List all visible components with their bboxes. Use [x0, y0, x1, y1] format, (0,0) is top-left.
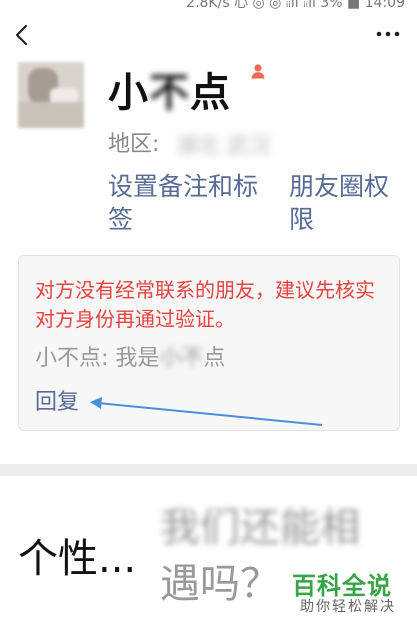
- region-label: 地区:: [108, 132, 160, 157]
- reply-link[interactable]: 回复: [35, 384, 79, 416]
- back-button[interactable]: [12, 22, 34, 48]
- region-value: 湖北 武汉: [176, 134, 271, 159]
- more-button[interactable]: [373, 22, 403, 46]
- signature-visible: 遇吗？: [160, 561, 280, 607]
- status-bar: 2.8K/s 心 ◎ ◎ ᵢᵢll ᵢᵢll 3% ■ 14:09: [0, 0, 417, 10]
- nickname-end: 点: [190, 70, 231, 116]
- female-person-icon: [251, 64, 265, 79]
- message-prefix: 小不点: 我是: [35, 346, 160, 371]
- verification-card: 对方没有经常联系的朋友，建议先核实对方身份再通过验证。 小不点: 我是小不点 回…: [18, 255, 400, 431]
- message-blurred: 小不: [159, 346, 204, 371]
- nickname-blurred: 不: [149, 70, 190, 116]
- section-divider: [0, 464, 417, 476]
- set-remark-and-tags-link[interactable]: 设置备注和标签: [108, 170, 268, 236]
- chevron-left-icon: [15, 24, 28, 46]
- signature-blurred: 我们还能相: [160, 505, 360, 551]
- nickname-start: 小: [108, 70, 149, 116]
- more-dots-icon: [376, 31, 400, 37]
- verification-message: 小不点: 我是小不点: [35, 340, 225, 372]
- nav-bar: [0, 14, 417, 54]
- nickname: 小不点: [108, 60, 231, 118]
- verification-warning: 对方没有经常联系的朋友，建议先核实对方身份再通过验证。: [35, 278, 375, 331]
- signature-label: 个性...: [18, 536, 137, 582]
- watermark-subtitle: 助你轻松解决: [300, 599, 396, 615]
- moments-permission-link[interactable]: 朋友圈权限: [289, 170, 389, 236]
- status-text: 2.8K/s 心 ◎ ◎ ᵢᵢll ᵢᵢll 3% ■ 14:09: [186, 0, 405, 10]
- message-suffix: 点: [203, 346, 226, 371]
- avatar[interactable]: [18, 62, 84, 128]
